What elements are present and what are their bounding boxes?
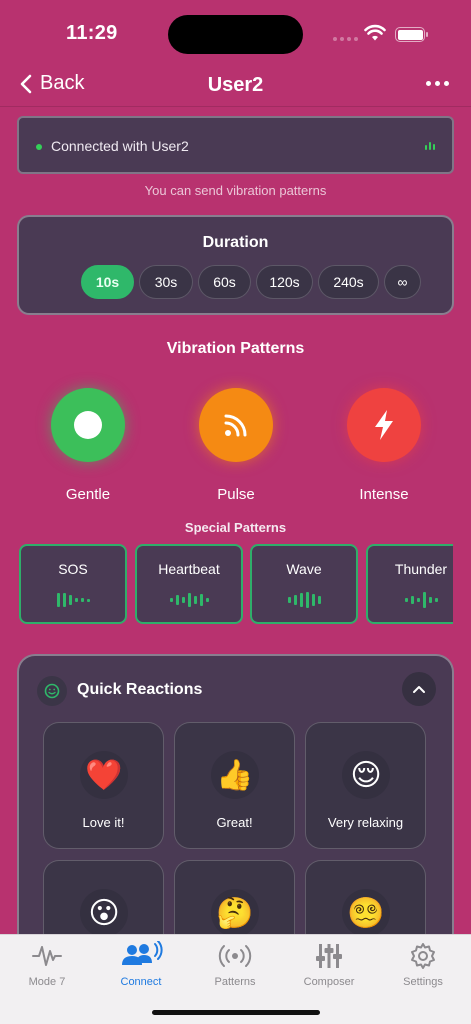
duration-options: 10s 30s 60s 120s 240s ∞: [81, 265, 421, 299]
sliders-icon: [316, 944, 342, 968]
pattern-label: Intense: [359, 486, 409, 503]
relieved-face-icon: 😌: [342, 751, 390, 799]
tab-label: Connect: [120, 976, 162, 988]
waveform-icon: [32, 946, 62, 966]
wifi-icon: [364, 24, 386, 41]
duration-card: Duration 10s 30s 60s 120s 240s ∞: [17, 215, 454, 315]
waveform-icon: [252, 592, 356, 608]
reaction-label: Very relaxing: [327, 815, 404, 830]
reaction-label: Love it!: [82, 815, 125, 830]
connection-status-card: Connected with User2: [17, 116, 454, 174]
tab-label: Settings: [403, 976, 443, 988]
vibration-patterns-title: Vibration Patterns: [166, 340, 305, 357]
pattern-label: Pulse: [217, 486, 255, 503]
special-pattern-label: Heartbeat: [158, 561, 220, 577]
smiley-icon: [37, 676, 67, 706]
duration-option-60s[interactable]: 60s: [198, 265, 251, 299]
collapse-button[interactable]: [402, 672, 436, 706]
bolt-icon: [375, 410, 393, 440]
status-bar: 11:29: [0, 0, 471, 60]
thinking-face-icon: 🤔: [211, 889, 259, 937]
rss-icon: [224, 414, 247, 437]
reaction-great[interactable]: 👍 Great!: [174, 722, 295, 849]
special-pattern-heartbeat[interactable]: Heartbeat: [135, 544, 243, 624]
battery-icon: [395, 27, 428, 42]
people-waves-icon: [122, 941, 163, 965]
chevron-up-icon: [413, 686, 425, 693]
nav-divider: [0, 106, 471, 107]
page-title: User2: [207, 74, 264, 96]
reaction-love-it[interactable]: ❤️ Love it!: [43, 722, 164, 849]
surprised-face-icon: 😮: [80, 889, 128, 937]
duration-title: Duration: [202, 234, 269, 251]
status-time: 11:29: [66, 22, 118, 44]
pattern-intense[interactable]: Intense: [329, 388, 439, 503]
nav-bar: Back User2: [0, 66, 471, 106]
reaction-label: Great!: [216, 815, 253, 830]
tab-patterns[interactable]: Patterns: [188, 939, 282, 988]
special-patterns-title: Special Patterns: [184, 520, 287, 535]
special-pattern-label: Wave: [286, 561, 322, 577]
special-pattern-sos[interactable]: SOS: [19, 544, 127, 624]
reaction-very-relaxing[interactable]: 😌 Very relaxing: [305, 722, 426, 849]
special-pattern-thunder[interactable]: Thunder: [366, 544, 453, 624]
tab-mode-7[interactable]: Mode 7: [0, 939, 94, 988]
waveform-icon: [21, 592, 125, 608]
dynamic-island: [168, 15, 303, 54]
broadcast-icon: [218, 945, 252, 967]
tab-label: Composer: [303, 976, 355, 988]
connection-hint: You can send vibration patterns: [144, 183, 327, 198]
waveform-icon: [368, 592, 453, 608]
home-indicator: [152, 1010, 320, 1015]
duration-option-10s[interactable]: 10s: [81, 265, 134, 299]
pattern-gentle[interactable]: Gentle: [33, 388, 143, 503]
more-options-icon[interactable]: [426, 81, 449, 86]
circle-icon: [74, 411, 102, 439]
connection-text: Connected with User2: [51, 138, 189, 154]
dizzy-face-icon: 😵‍💫: [342, 889, 390, 937]
gentle-button[interactable]: [51, 388, 125, 462]
tab-settings[interactable]: Settings: [376, 939, 470, 988]
tab-composer[interactable]: Composer: [282, 939, 376, 988]
pulse-button[interactable]: [199, 388, 273, 462]
pattern-label: Gentle: [65, 486, 111, 503]
thumbs-up-icon: 👍: [211, 751, 259, 799]
signal-bars-icon: [425, 142, 435, 150]
connected-dot-icon: [36, 144, 42, 150]
special-pattern-label: Thunder: [394, 561, 448, 577]
gear-icon: [411, 943, 435, 969]
duration-option-240s[interactable]: 240s: [318, 265, 379, 299]
cellular-signal-icon: [333, 37, 358, 41]
special-pattern-wave[interactable]: Wave: [250, 544, 358, 624]
waveform-icon: [137, 592, 241, 608]
duration-option-30s[interactable]: 30s: [139, 265, 193, 299]
pattern-pulse[interactable]: Pulse: [181, 388, 291, 503]
tab-label: Mode 7: [28, 976, 66, 988]
quick-reactions-title: Quick Reactions: [77, 681, 203, 698]
duration-option-120s[interactable]: 120s: [256, 265, 313, 299]
intense-button[interactable]: [347, 388, 421, 462]
duration-option-infinite[interactable]: ∞: [384, 265, 421, 299]
heart-icon: ❤️: [80, 751, 128, 799]
special-pattern-label: SOS: [58, 561, 88, 577]
tab-connect[interactable]: Connect: [94, 939, 188, 988]
special-patterns-row[interactable]: SOS Heartbeat Wave Thunder: [19, 544, 453, 624]
tab-label: Patterns: [214, 976, 256, 988]
